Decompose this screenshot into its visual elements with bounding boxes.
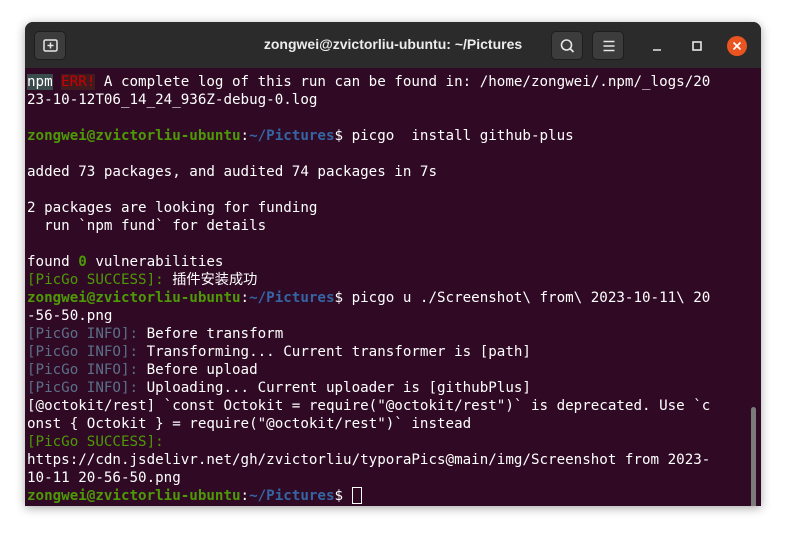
terminal-line: [@octokit/rest] `const Octokit = require…	[27, 398, 711, 414]
minimize-icon	[653, 49, 661, 51]
text-cursor	[351, 487, 362, 504]
prompt-path: ~/Pictures	[249, 128, 335, 144]
terminal-line: run `npm fund` for details	[27, 218, 267, 234]
prompt-dollar: $	[334, 128, 344, 144]
prompt-user: zongwei@zvictorliu-ubuntu	[27, 488, 241, 504]
terminal-line: [PicGo INFO]: Before transform	[27, 325, 283, 343]
prompt-user: zongwei@zvictorliu-ubuntu	[27, 290, 241, 306]
terminal-output[interactable]: npm ERR! A complete log of this run can …	[25, 68, 761, 506]
title-bar[interactable]: zongwei@zvictorliu-ubuntu: ~/Pictures	[25, 22, 761, 68]
prompt-colon: :	[240, 128, 250, 144]
prompt-path: ~/Pictures	[249, 488, 335, 504]
menu-button[interactable]	[592, 31, 624, 60]
prompt-colon: :	[240, 290, 250, 306]
info-tag: [PicGo INFO]:	[27, 362, 139, 378]
search-button[interactable]	[551, 31, 583, 60]
terminal-line: npm ERR! A complete log of this run can …	[27, 73, 710, 91]
prompt-line: zongwei@zvictorliu-ubuntu:~/Pictures$ pi…	[27, 127, 574, 145]
info-message: Before transform	[138, 326, 284, 342]
found-suffix: vulnerabilities	[86, 254, 224, 270]
terminal-window: zongwei@zvictorliu-ubuntu: ~/Pictures np…	[25, 22, 761, 506]
info-tag: [PicGo INFO]:	[27, 380, 139, 396]
search-icon	[560, 39, 575, 53]
success-tag: [PicGo SUCCESS]:	[27, 272, 164, 288]
prompt-user: zongwei@zvictorliu-ubuntu	[27, 128, 241, 144]
scrollbar[interactable]	[751, 407, 756, 506]
info-message: Uploading... Current uploader is [github…	[138, 380, 531, 396]
maximize-button[interactable]	[686, 35, 708, 57]
info-message: Transforming... Current transformer is […	[138, 344, 531, 360]
new-tab-button[interactable]	[34, 31, 66, 60]
prompt-colon: :	[240, 488, 250, 504]
minimize-button[interactable]	[646, 35, 668, 57]
prompt-dollar: $	[334, 488, 352, 504]
found-prefix: found	[27, 254, 79, 270]
terminal-line: [PicGo SUCCESS]:	[27, 433, 164, 451]
info-tag: [PicGo INFO]:	[27, 326, 139, 342]
npm-label: npm	[27, 74, 53, 90]
info-message: Before upload	[138, 362, 258, 378]
terminal-line: [PicGo SUCCESS]: 插件安装成功	[27, 271, 257, 289]
close-icon	[727, 36, 747, 56]
command-text: picgo install github-plus	[343, 128, 574, 144]
terminal-line: added 73 packages, and audited 74 packag…	[27, 164, 437, 180]
window-title: zongwei@zvictorliu-ubuntu: ~/Pictures	[263, 36, 523, 52]
command-text: picgo u ./Screenshot\ from\ 2023-10-11\ …	[343, 290, 711, 306]
prompt-line: zongwei@zvictorliu-ubuntu:~/Pictures$ pi…	[27, 289, 710, 307]
new-tab-icon	[43, 39, 58, 52]
hamburger-menu-icon	[603, 40, 615, 52]
info-tag: [PicGo INFO]:	[27, 344, 139, 360]
terminal-line: [PicGo INFO]: Before upload	[27, 361, 258, 379]
terminal-line: [PicGo INFO]: Transforming... Current tr…	[27, 343, 531, 361]
prompt-line: zongwei@zvictorliu-ubuntu:~/Pictures$	[27, 487, 362, 505]
terminal-line: 23-10-12T06_14_24_936Z-debug-0.log	[27, 92, 318, 108]
prompt-path: ~/Pictures	[249, 290, 335, 306]
prompt-dollar: $	[334, 290, 344, 306]
terminal-line: 10-11 20-56-50.png	[27, 470, 181, 486]
terminal-line: -56-50.png	[27, 308, 113, 324]
log-message: A complete log of this run can be found …	[95, 74, 711, 90]
terminal-line: found 0 vulnerabilities	[27, 253, 223, 271]
error-label: ERR!	[61, 74, 96, 90]
success-message: 插件安装成功	[163, 272, 258, 288]
maximize-icon	[692, 41, 702, 51]
success-tag: [PicGo SUCCESS]:	[27, 434, 164, 450]
terminal-line: [PicGo INFO]: Uploading... Current uploa…	[27, 379, 531, 397]
terminal-line: onst { Octokit } = require("@octokit/res…	[27, 416, 472, 432]
vulnerability-count: 0	[78, 254, 87, 270]
terminal-line: https://cdn.jsdelivr.net/gh/zvictorliu/t…	[27, 452, 711, 468]
terminal-line: 2 packages are looking for funding	[27, 200, 318, 216]
close-button[interactable]	[726, 35, 748, 57]
